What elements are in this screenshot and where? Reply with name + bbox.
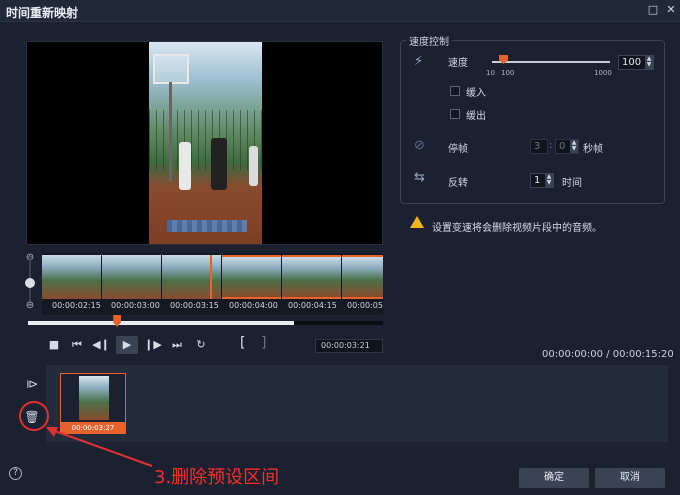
warning-text: 设置变速将会删除视频片段中的音频。 — [432, 223, 602, 234]
timecode-label: 00:00:02:15 — [52, 301, 101, 310]
spin-arrows-icon[interactable]: ▲ ▼ — [645, 56, 653, 69]
filmstrip-frame-selected[interactable] — [342, 255, 383, 299]
filmstrip-timecodes: 00:00:02:15 00:00:03:00 00:00:03:15 00:0… — [42, 301, 383, 313]
freeze-frames-input[interactable]: 0 ▲ ▼ — [555, 139, 579, 154]
freeze-seconds-input[interactable]: 3 — [530, 139, 548, 154]
timecode-label: 00:00:04:00 — [229, 301, 278, 310]
next-frame-icon[interactable]: ❙▶ — [144, 336, 162, 354]
slider-mid-label: 100 — [501, 69, 515, 77]
freeze-frame-icon: ⊘ — [414, 138, 425, 153]
reverse-label: 反转 — [448, 178, 468, 189]
stop-icon[interactable]: ■ — [46, 336, 62, 354]
timecode-label: 00:00:03:00 — [111, 301, 160, 310]
filmstrip-frame[interactable] — [42, 255, 101, 299]
spin-arrows-icon[interactable]: ▲ ▼ — [545, 174, 553, 187]
spin-arrows-icon[interactable]: ▲ ▼ — [570, 140, 578, 153]
close-icon[interactable]: ✕ — [664, 3, 678, 17]
time-separator: : — [549, 140, 553, 151]
filmstrip[interactable]: 00:00:02:15 00:00:03:00 00:00:03:15 00:0… — [42, 253, 383, 315]
current-time-value: 00:00:03:21 — [321, 341, 370, 350]
annotation-arrow — [46, 427, 153, 467]
ok-button[interactable]: 确定 — [519, 468, 589, 488]
filmstrip-frames[interactable] — [42, 255, 383, 299]
filmstrip-frame[interactable] — [102, 255, 161, 299]
playhead-marker[interactable] — [113, 315, 122, 327]
zoom-out-icon[interactable]: ⊖ — [24, 300, 36, 312]
filmstrip-frame-selected[interactable] — [222, 255, 281, 299]
speed-panel-title: 速度控制 — [406, 33, 452, 48]
speed-slider-track[interactable] — [492, 61, 610, 63]
speed-value: 100 — [622, 57, 642, 68]
fence-image — [149, 110, 262, 170]
selection-start-handle[interactable] — [210, 255, 212, 299]
window-title: 时间重新映射 — [6, 6, 79, 20]
zoom-slider-knob[interactable] — [25, 278, 35, 288]
mark-in-button[interactable]: [ — [240, 335, 245, 351]
previous-frame-icon[interactable]: ◀❙ — [92, 336, 110, 354]
freeze-seconds-value: 3 — [534, 141, 541, 152]
add-range-icon[interactable]: ⧐ — [22, 374, 42, 394]
speed-value-input[interactable]: 100 ▲ ▼ — [618, 55, 654, 70]
warning-icon — [410, 216, 424, 228]
ease-in-label: 缓入 — [466, 88, 486, 99]
filmstrip-frame[interactable] — [162, 255, 221, 299]
timecode-label: 00:00:04:15 — [288, 301, 337, 310]
timecode-label: 00:00:03:15 — [170, 301, 219, 310]
title-bar: 时间重新映射 □ ✕ — [0, 0, 680, 22]
filmstrip-frame-selected[interactable] — [282, 255, 341, 299]
scrub-bar[interactable] — [28, 315, 383, 327]
timecode-label: 00:00:05: — [347, 301, 383, 310]
video-frame — [149, 42, 262, 244]
slider-max-label: 1000 — [594, 69, 612, 77]
scrub-progress-fill — [28, 321, 295, 325]
freeze-unit-label: 秒帧 — [583, 144, 603, 155]
maximize-icon[interactable]: □ — [646, 3, 660, 17]
annotation-arrow-line — [51, 429, 153, 467]
slider-min-label: 10 — [486, 69, 495, 77]
player-figure — [249, 146, 258, 186]
ease-out-label: 缓出 — [466, 111, 486, 122]
hoop-pole-image — [169, 82, 172, 182]
player-figure — [179, 142, 191, 190]
running-speed-icon: ⚡ — [414, 54, 424, 69]
go-to-end-icon[interactable]: ⏭ — [168, 336, 186, 354]
ease-in-checkbox[interactable] — [450, 86, 460, 96]
go-to-start-icon[interactable]: ⏮ — [68, 336, 86, 354]
current-time-field[interactable]: 00:00:03:21 — [315, 339, 383, 353]
reverse-unit-label: 时间 — [562, 178, 582, 189]
blurred-caption — [167, 220, 247, 232]
reverse-count-value: 1 — [534, 175, 541, 186]
speed-label: 速度 — [448, 58, 468, 69]
freeze-frames-value: 0 — [559, 141, 566, 152]
help-icon[interactable]: ? — [9, 467, 22, 480]
player-figure — [211, 138, 227, 190]
reverse-count-input[interactable]: 1 ▲ ▼ — [530, 173, 554, 188]
total-time-readout: 00:00:00:00 / 00:00:15:20 — [542, 349, 674, 360]
ease-out-checkbox[interactable] — [450, 109, 460, 119]
cancel-button[interactable]: 取消 — [595, 468, 665, 488]
play-icon[interactable]: ▶ — [116, 336, 138, 354]
annotation-text: 3.删除预设区间 — [154, 467, 280, 488]
mark-out-button[interactable]: ] — [261, 335, 266, 351]
video-preview — [26, 41, 383, 245]
reverse-icon: ⇆ — [414, 170, 425, 185]
clip-thumbnail — [79, 376, 109, 420]
basketball-hoop-image — [153, 54, 189, 84]
repeat-icon[interactable]: ↻ — [192, 336, 210, 354]
range-clip[interactable] — [60, 373, 126, 423]
freeze-frame-label: 停帧 — [448, 144, 468, 155]
